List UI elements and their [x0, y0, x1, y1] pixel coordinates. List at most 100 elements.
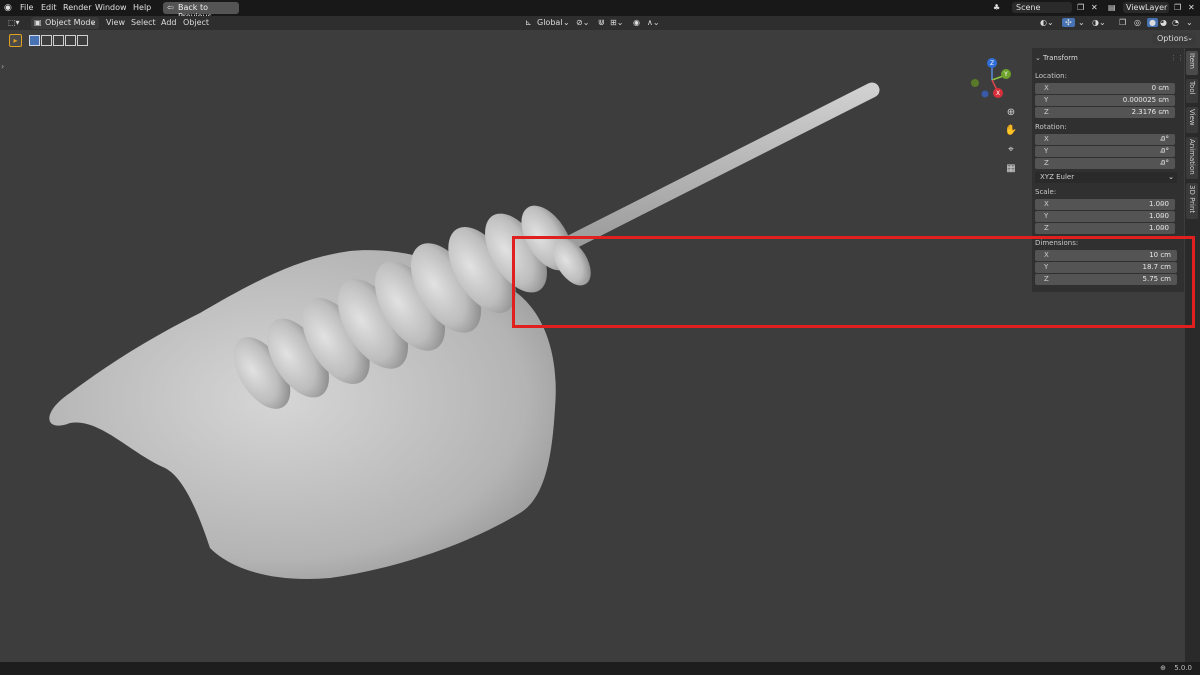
tool-settings-bar: ▸ Options ⌄	[0, 30, 1200, 48]
object-mode-dropdown[interactable]: ▣ Object Mode ⌄	[31, 17, 99, 29]
rotation-z-field[interactable]: Z 0°	[1035, 158, 1175, 169]
tab-item[interactable]: Item	[1186, 51, 1198, 75]
menu-window[interactable]: Window	[95, 3, 127, 12]
falloff-icon[interactable]: ∧⌄	[647, 18, 660, 27]
options-label: Options	[1157, 34, 1188, 43]
xray-icon[interactable]: ❐	[1119, 18, 1126, 27]
select-tool-icon[interactable]: ▸	[9, 34, 22, 47]
editor-type-icon[interactable]: ⬚▾	[8, 18, 20, 27]
menu-render[interactable]: Render	[63, 3, 91, 12]
tab-animation[interactable]: Animation	[1186, 137, 1198, 179]
scene-field[interactable]: Scene	[1012, 2, 1072, 13]
wireframe-shading-icon[interactable]: ◎	[1134, 18, 1141, 27]
snap-icon[interactable]: ⋓	[598, 18, 605, 27]
lock-icon[interactable]: 🔓︎	[1160, 212, 1167, 220]
delete-viewlayer-icon[interactable]: ✕	[1188, 3, 1195, 12]
tab-tool-label: Tool	[1188, 81, 1196, 95]
select-invert-icon[interactable]	[65, 35, 76, 46]
viewport-header: ⬚▾ ▣ Object Mode ⌄ View Select Add Objec…	[0, 16, 1200, 30]
proportional-edit-icon[interactable]: ◉	[633, 18, 640, 27]
location-x-field[interactable]: X0 cm	[1035, 83, 1175, 94]
material-shading-icon[interactable]: ◕	[1160, 18, 1167, 27]
select-subtract-icon[interactable]	[53, 35, 64, 46]
highlight-annotation-box	[512, 236, 1195, 328]
axis-label: Z	[1044, 224, 1049, 232]
menu-file[interactable]: File	[20, 3, 33, 12]
lock-icon[interactable]: 🔓︎	[1160, 200, 1167, 208]
rotation-x-field[interactable]: X 0°	[1035, 134, 1175, 145]
menu-edit[interactable]: Edit	[41, 3, 57, 12]
menu-view[interactable]: View	[106, 18, 125, 27]
select-extend-icon[interactable]	[41, 35, 52, 46]
transform-section-title[interactable]: Transform	[1043, 54, 1078, 62]
perspective-grid-icon[interactable]: ▦	[1004, 162, 1018, 176]
drag-handle-icon[interactable]: ⋮⋮	[1170, 54, 1184, 62]
rendered-shading-icon[interactable]: ◔	[1172, 18, 1179, 27]
orientation-icon: ⊾	[525, 18, 532, 27]
scale-z-field[interactable]: Z 1.000	[1035, 223, 1175, 234]
lock-icon[interactable]: 🔓︎	[1160, 224, 1167, 232]
chevron-down-icon: ⌄	[1187, 34, 1193, 42]
viewlayer-label: ViewLayer	[1126, 3, 1168, 12]
tab-3d-print[interactable]: 3D Print	[1186, 183, 1198, 219]
status-bar: ⊕ 5.0.0	[0, 662, 1200, 675]
gizmo-x-label: X	[996, 90, 1000, 97]
version-label: 5.0.0	[1174, 664, 1192, 672]
select-intersect-icon[interactable]	[77, 35, 88, 46]
viewlayer-field[interactable]: ViewLayer	[1123, 2, 1169, 13]
zoom-icon[interactable]: ⊕	[1004, 106, 1018, 120]
chevron-down-icon[interactable]: ⌄	[1078, 18, 1085, 27]
snap-target-icon[interactable]: ⊞⌄	[610, 18, 623, 27]
visibility-icon[interactable]: ◐⌄	[1040, 18, 1054, 27]
scale-y-field[interactable]: Y 1.000	[1035, 211, 1175, 222]
tab-view[interactable]: View	[1186, 107, 1198, 133]
sidebar-tabs: Item Tool View Animation 3D Print	[1185, 48, 1200, 662]
viewlayer-icon: ▤	[1108, 3, 1116, 12]
transform-orientation-dropdown[interactable]: Global	[537, 18, 563, 27]
gizmo-toggle-icon[interactable]: ✣	[1062, 18, 1075, 27]
axis-label: Y	[1044, 96, 1049, 104]
chevron-down-icon[interactable]: ⌄	[1186, 18, 1193, 27]
copy-viewlayer-icon[interactable]: ❐	[1174, 3, 1181, 12]
options-dropdown[interactable]: Options ⌄	[1152, 33, 1196, 45]
rotation-mode-dropdown[interactable]: XYZ Euler ⌄	[1035, 172, 1177, 183]
gizmo-neg-z-axis[interactable]	[981, 90, 989, 98]
axis-label: Z	[1044, 159, 1049, 167]
lock-icon[interactable]: 🔓︎	[1160, 159, 1167, 167]
model-stick	[552, 82, 880, 256]
menu-add[interactable]: Add	[161, 18, 177, 27]
navigation-gizmo[interactable]: Z Y X	[965, 55, 1015, 105]
back-to-previous-button[interactable]: ⇦ Back to Previous	[163, 2, 239, 21]
scene-label: Scene	[1016, 3, 1041, 12]
location-y-field[interactable]: Y 0.000025 cm	[1035, 95, 1175, 106]
overlays-icon[interactable]: ◑⌄	[1092, 18, 1106, 27]
lock-icon[interactable]: 🔓︎	[1160, 96, 1167, 104]
rotation-y-field[interactable]: Y 0°	[1035, 146, 1175, 157]
delete-scene-icon[interactable]: ✕	[1091, 3, 1098, 12]
collapse-icon[interactable]: ⌄	[1035, 54, 1041, 62]
location-z-field[interactable]: Z 2.3176 cm	[1035, 107, 1175, 118]
pivot-icon[interactable]: ⊘⌄	[576, 18, 589, 27]
copy-scene-icon[interactable]: ❐	[1077, 3, 1084, 12]
camera-view-icon[interactable]: ⌖	[1004, 143, 1018, 157]
lock-icon[interactable]: 🔓︎	[1160, 135, 1167, 143]
lock-icon[interactable]: 🔓︎	[1160, 108, 1167, 116]
globe-icon: ⊕	[1160, 664, 1166, 672]
pan-hand-icon[interactable]: ✋	[1004, 124, 1018, 138]
scene-icon: ♣	[993, 3, 1001, 12]
gizmo-neg-y-axis[interactable]	[971, 79, 979, 87]
lock-icon[interactable]: 🔓︎	[1160, 84, 1167, 92]
chevron-down-icon: ⌄	[563, 18, 570, 27]
viewport-canvas[interactable]	[0, 48, 1032, 662]
lock-icon[interactable]: 🔓︎	[1160, 147, 1167, 155]
3d-model-object[interactable]	[49, 82, 880, 579]
solid-shading-icon[interactable]: ●	[1147, 18, 1158, 27]
blender-logo-icon[interactable]: ◉	[4, 3, 12, 13]
menu-object[interactable]: Object	[183, 18, 209, 27]
scale-x-field[interactable]: X 1.000	[1035, 199, 1175, 210]
top-menu-bar: ◉ File Edit Render Window Help ⇦ Back to…	[0, 0, 1200, 21]
menu-help[interactable]: Help	[133, 3, 151, 12]
menu-select[interactable]: Select	[131, 18, 156, 27]
select-new-icon[interactable]	[29, 35, 40, 46]
tab-tool[interactable]: Tool	[1186, 79, 1198, 103]
